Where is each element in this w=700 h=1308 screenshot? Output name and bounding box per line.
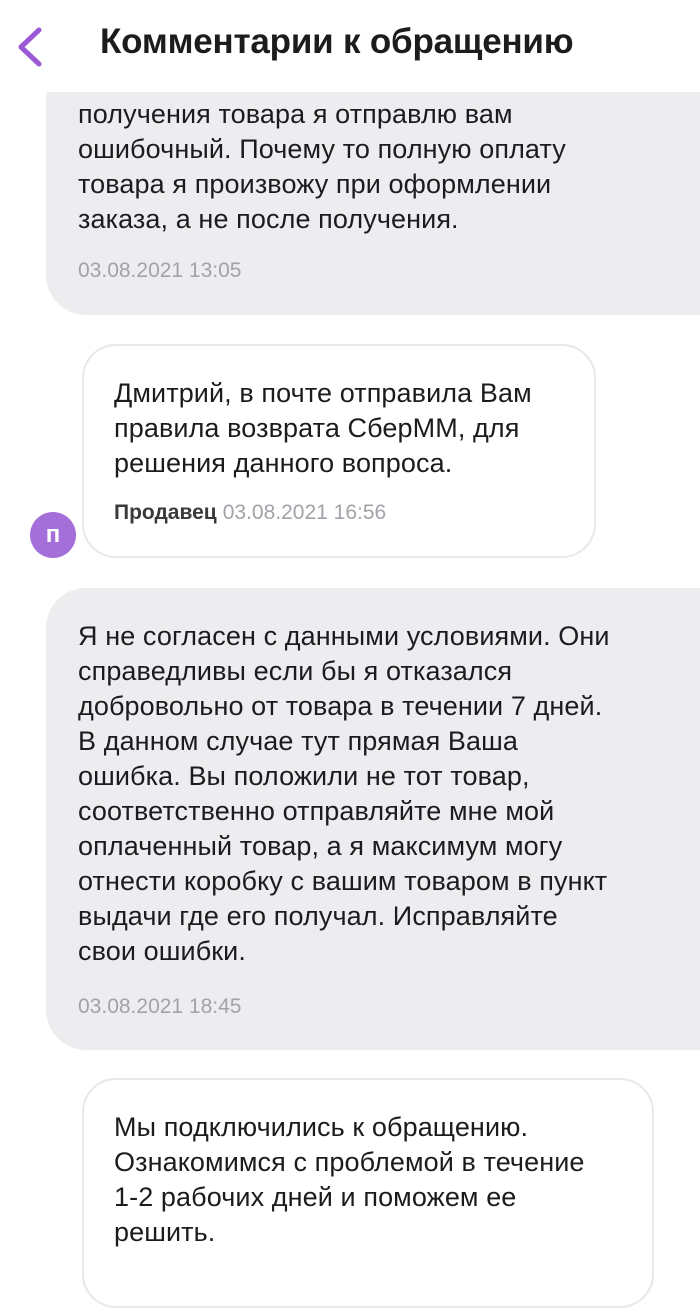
chevron-left-icon	[10, 22, 50, 72]
user-message: получения товара я отправлю вам ошибочны…	[46, 60, 700, 315]
message-meta: Продавец 03.08.2021 16:56	[114, 501, 570, 525]
message-timestamp: 03.08.2021 13:05	[78, 259, 242, 282]
message-timestamp: 03.08.2021 16:56	[222, 501, 387, 524]
message-text: получения товара я отправлю вам ошибочны…	[78, 99, 566, 234]
seller-message: Дмитрий, в почте отправила Вам правила в…	[82, 344, 596, 558]
header: Комментарии к обращению	[0, 0, 700, 92]
page-title: Комментарии к обращению	[100, 22, 574, 61]
user-message: Я не согласен с данными условиями. Они с…	[46, 588, 700, 1050]
message-timestamp: 03.08.2021 18:45	[78, 995, 242, 1018]
message-author: Продавец	[114, 501, 217, 524]
avatar: п	[30, 512, 76, 558]
message-feed: получения товара я отправлю вам ошибочны…	[0, 0, 700, 1308]
message-text: Мы подключились к обращению. Ознакомимся…	[114, 1112, 585, 1247]
message-text: Я не согласен с данными условиями. Они с…	[78, 621, 610, 966]
message-text: Дмитрий, в почте отправила Вам правила в…	[114, 378, 532, 478]
seller-message: Мы подключились к обращению. Ознакомимся…	[82, 1078, 654, 1308]
back-button[interactable]	[10, 22, 50, 72]
